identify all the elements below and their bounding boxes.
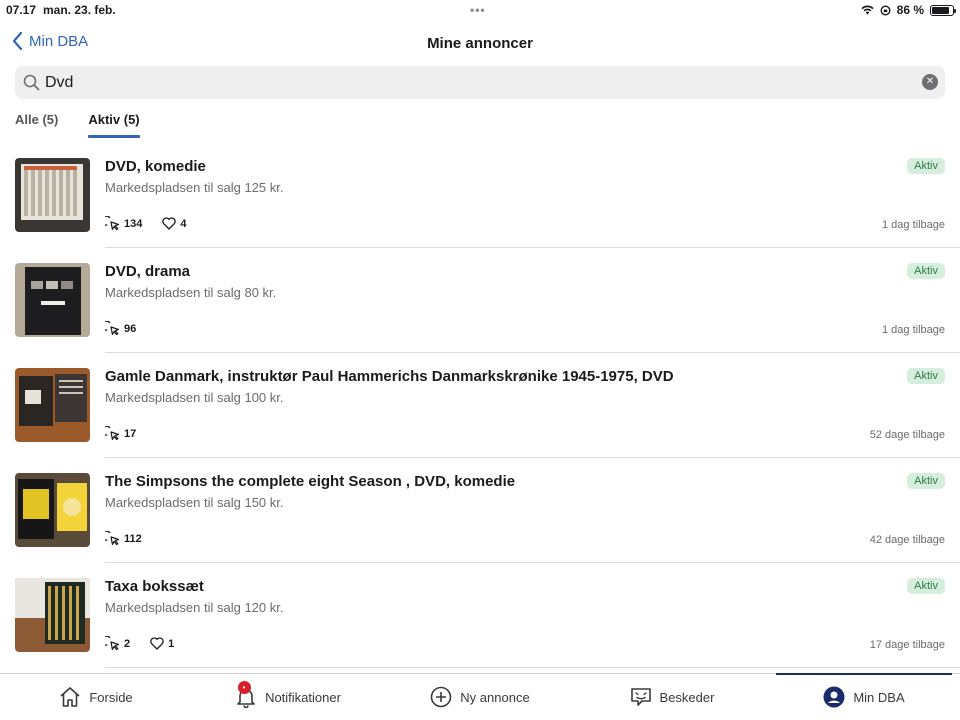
views-icon xyxy=(105,321,120,336)
views-icon xyxy=(105,216,120,231)
listing-thumbnail xyxy=(15,368,90,442)
listing-title[interactable]: Gamle Danmark, instruktør Paul Hammerich… xyxy=(105,368,674,385)
clear-search-icon[interactable]: ✕ xyxy=(922,74,938,90)
listing-subtitle: Markedspladsen til salg 120 kr. xyxy=(105,600,284,615)
bottom-tab-bar: Forside • Notifikationer Ny annonce Besk… xyxy=(0,673,960,720)
status-badge: Aktiv xyxy=(907,368,945,384)
views-count: 134 xyxy=(124,217,143,230)
listing-subtitle: Markedspladsen til salg 80 kr. xyxy=(105,285,277,300)
listing-item[interactable]: DVD, komedie Markedspladsen til salg 125… xyxy=(0,143,960,248)
listing-thumbnail xyxy=(15,473,90,547)
listing-item[interactable]: Gamle Danmark, instruktør Paul Hammerich… xyxy=(0,353,960,458)
nav-messages-label: Beskeder xyxy=(659,689,715,705)
views-count: 17 xyxy=(124,427,137,440)
listing-time-left: 1 dag tilbage xyxy=(882,219,945,231)
views-count: 96 xyxy=(124,322,137,335)
orientation-lock-icon xyxy=(880,4,891,16)
filter-tabs: Alle (5) Aktiv (5) xyxy=(15,112,140,138)
tab-all[interactable]: Alle (5) xyxy=(15,112,58,138)
views-icon xyxy=(105,636,120,651)
battery-percent: 86 % xyxy=(896,3,924,17)
status-bar: 07.17 man. 23. feb. ••• 86 % xyxy=(0,0,960,20)
search-bar: ✕ xyxy=(15,66,945,99)
nav-my-dba-label: Min DBA xyxy=(853,689,905,705)
battery-icon xyxy=(930,4,956,16)
views-count: 2 xyxy=(124,637,131,650)
status-badge: Aktiv xyxy=(907,263,945,279)
search-icon xyxy=(23,74,40,91)
heart-icon xyxy=(150,637,164,650)
multitasking-dots-icon[interactable]: ••• xyxy=(470,3,486,17)
listing-time-left: 42 dage tilbage xyxy=(869,534,945,546)
page-title: Mine annoncer xyxy=(427,35,533,52)
listing-thumbnail xyxy=(15,578,90,652)
status-badge: Aktiv xyxy=(907,578,945,594)
tab-active[interactable]: Aktiv (5) xyxy=(88,112,140,138)
listing-subtitle: Markedspladsen til salg 150 kr. xyxy=(105,495,284,510)
nav-home-label: Forside xyxy=(89,689,133,705)
wifi-icon xyxy=(861,5,874,15)
home-icon xyxy=(60,687,80,707)
listing-time-left: 1 dag tilbage xyxy=(882,324,945,336)
listing-time-left: 52 dage tilbage xyxy=(869,429,945,441)
status-right: 86 % xyxy=(861,3,956,17)
notification-badge: • xyxy=(237,681,251,694)
listing-stats: 96 xyxy=(105,321,136,336)
status-badge: Aktiv xyxy=(907,473,945,489)
listing-stats: 134 4 xyxy=(105,216,186,231)
views-count: 112 xyxy=(124,532,142,545)
nav-notifications[interactable]: • Notifikationer xyxy=(192,674,384,720)
listing-subtitle: Markedspladsen til salg 125 kr. xyxy=(105,180,284,195)
listing-item[interactable]: The Simpsons the complete eight Season ,… xyxy=(0,458,960,563)
nav-new-ad[interactable]: Ny annonce xyxy=(384,674,576,720)
listing-thumbnail xyxy=(15,158,90,232)
divider xyxy=(105,667,960,668)
listing-subtitle: Markedspladsen til salg 100 kr. xyxy=(105,390,284,405)
battery-fill xyxy=(932,6,950,14)
listing-thumbnail xyxy=(15,263,90,337)
message-icon xyxy=(630,688,651,706)
nav-new-ad-label: Ny annonce xyxy=(460,689,530,705)
status-badge: Aktiv xyxy=(907,158,945,174)
views-icon xyxy=(105,531,120,546)
nav-home[interactable]: Forside xyxy=(0,674,192,720)
listing-title[interactable]: DVD, komedie xyxy=(105,158,206,175)
listing-stats: 112 xyxy=(105,531,142,546)
listing-stats: 17 xyxy=(105,426,136,441)
nav-header: Min DBA Mine annoncer xyxy=(0,26,960,60)
listing-time-left: 17 dage tilbage xyxy=(869,639,945,651)
status-time: 07.17 xyxy=(6,3,37,17)
listing-item[interactable]: DVD, drama Markedspladsen til salg 80 kr… xyxy=(0,248,960,353)
nav-messages[interactable]: Beskeder xyxy=(576,674,768,720)
listing-stats: 2 1 xyxy=(105,636,174,651)
listing-title[interactable]: DVD, drama xyxy=(105,263,190,280)
plus-circle-icon xyxy=(430,686,452,708)
likes-count: 4 xyxy=(180,217,187,230)
heart-icon xyxy=(162,217,177,230)
likes-count: 1 xyxy=(168,637,175,650)
status-date: man. 23. feb. xyxy=(43,3,116,17)
nav-notifications-label: Notifikationer xyxy=(265,689,341,705)
views-icon xyxy=(105,426,120,441)
listing-list: DVD, komedie Markedspladsen til salg 125… xyxy=(0,143,960,668)
search-input[interactable] xyxy=(45,66,905,99)
listing-title[interactable]: The Simpsons the complete eight Season ,… xyxy=(105,473,515,490)
profile-icon xyxy=(823,686,845,708)
nav-my-dba[interactable]: Min DBA xyxy=(768,673,960,720)
listing-item[interactable]: Taxa bokssæt Markedspladsen til salg 120… xyxy=(0,563,960,668)
listing-title[interactable]: Taxa bokssæt xyxy=(105,578,204,595)
